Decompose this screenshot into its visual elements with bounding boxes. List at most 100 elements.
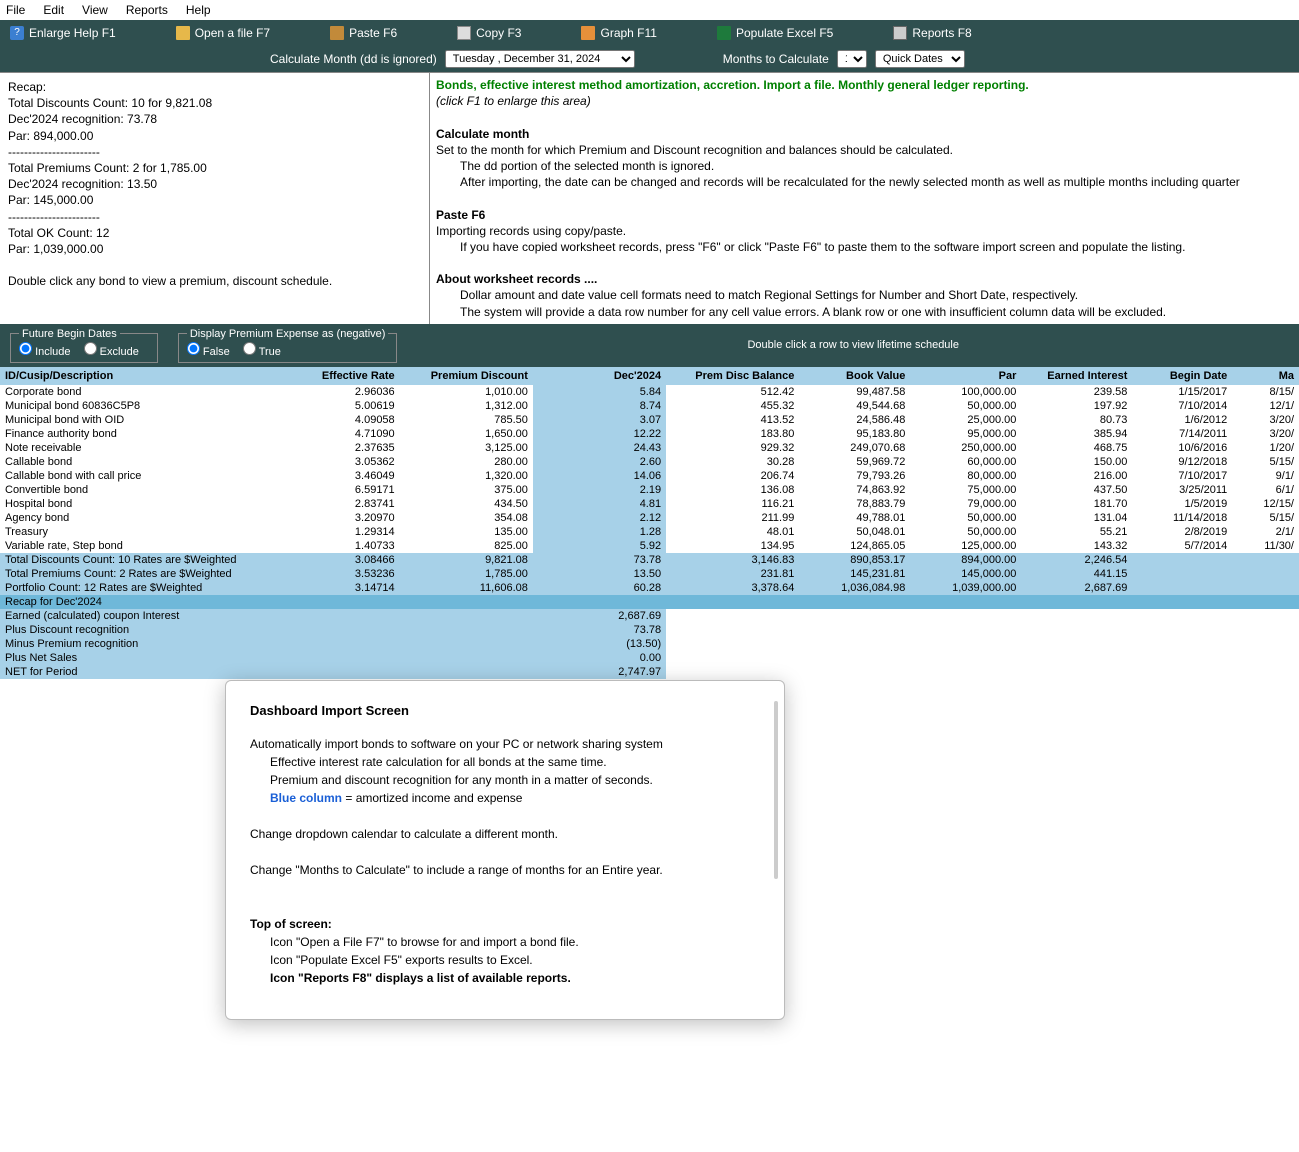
table-row[interactable]: Callable bond with call price3.460491,32… [0,469,1299,483]
table-row[interactable]: Municipal bond with OID4.09058785.503.07… [0,413,1299,427]
group-title: Display Premium Expense as (negative) [187,328,389,340]
recap-row: Plus Discount recognition73.78 [0,623,1299,637]
menu-edit[interactable]: Edit [43,3,64,17]
cell: 354.08 [400,511,533,525]
table-row[interactable]: Municipal bond 60836C5P85.006191,312.008… [0,399,1299,413]
table-row[interactable]: Agency bond3.20970354.082.12211.9949,788… [0,511,1299,525]
cell: 9/12/2018 [1132,455,1232,469]
menu-reports[interactable]: Reports [126,3,168,17]
cell: 30.28 [666,455,799,469]
recap-title: Recap: [8,79,421,95]
toolbar: ? Enlarge Help F1 Open a file F7 Paste F… [0,20,1299,46]
false-radio[interactable]: False [187,346,230,358]
enlarge-help-button[interactable]: ? Enlarge Help F1 [10,26,116,40]
cell: 95,183.80 [799,427,910,441]
col-premdisc[interactable]: Premium Discount [400,367,533,385]
cell: 375.00 [400,483,533,497]
folder-open-icon [176,26,190,40]
table-row[interactable]: Variable rate, Step bond1.40733825.005.9… [0,539,1299,553]
cell: Callable bond with call price [0,469,289,483]
col-balance[interactable]: Prem Disc Balance [666,367,799,385]
total-row[interactable]: Total Discounts Count: 10 Rates are $Wei… [0,553,1299,567]
future-begin-dates-group: Future Begin Dates Include Exclude [10,328,158,363]
recap-value: (13.50) [533,637,666,651]
info-text: The system will provide a data row numbe… [460,304,1293,320]
cell: 249,070.68 [799,441,910,455]
popup-text: Icon "Reports F8" displays a list of ava… [270,969,760,987]
cell: 125,000.00 [910,539,1021,553]
true-radio[interactable]: True [243,346,281,358]
cell [1132,567,1232,581]
col-begin[interactable]: Begin Date [1132,367,1232,385]
cell: 2.19 [533,483,666,497]
graph-icon [581,26,595,40]
table-row[interactable]: Treasury1.29314135.001.2848.0150,048.015… [0,525,1299,539]
recap-sep: ----------------------- [8,144,421,160]
table-row[interactable]: Hospital bond2.83741434.504.81116.2178,8… [0,497,1299,511]
cell [1232,553,1299,567]
menu-file[interactable]: File [6,3,25,17]
cell: 135.00 [400,525,533,539]
menu-help[interactable]: Help [186,3,211,17]
graph-button[interactable]: Graph F11 [581,26,656,40]
cell: 55.21 [1021,525,1132,539]
table-row[interactable]: Corporate bond2.960361,010.005.84512.429… [0,385,1299,399]
cell: 13.50 [533,567,666,581]
info-text: Dollar amount and date value cell format… [460,287,1293,303]
cell: 11/14/2018 [1132,511,1232,525]
open-file-button[interactable]: Open a file F7 [176,26,270,40]
cell: 1/20/ [1232,441,1299,455]
cell: 468.75 [1021,441,1132,455]
quick-dates-select[interactable]: Quick Dates [875,50,965,68]
cell: 5/15/ [1232,455,1299,469]
main-split: Recap: Total Discounts Count: 10 for 9,8… [0,72,1299,324]
exclude-radio[interactable]: Exclude [84,346,139,358]
copy-button[interactable]: Copy F3 [457,26,521,40]
grid-header-row: ID/Cusip/Description Effective Rate Prem… [0,367,1299,385]
populate-excel-button[interactable]: Populate Excel F5 [717,26,833,40]
recap-label: Minus Premium recognition [0,637,289,651]
calc-month-select[interactable]: Tuesday , December 31, 2024 [445,50,635,68]
cell: 825.00 [400,539,533,553]
cell: Hospital bond [0,497,289,511]
cell: 181.70 [1021,497,1132,511]
info-h1: Calculate month [436,126,1293,142]
cell: 9/1/ [1232,469,1299,483]
cell: 1,320.00 [400,469,533,483]
months-select[interactable]: 1 [837,50,867,68]
cell: 3,125.00 [400,441,533,455]
col-id[interactable]: ID/Cusip/Description [0,367,289,385]
table-row[interactable]: Callable bond3.05362280.002.6030.2859,96… [0,455,1299,469]
scrollbar[interactable] [774,701,778,879]
cell: 150.00 [1021,455,1132,469]
reports-button[interactable]: Reports F8 [893,26,971,40]
table-row[interactable]: Finance authority bond4.710901,650.0012.… [0,427,1299,441]
cell: 216.00 [1021,469,1132,483]
cell: 3.14714 [289,581,400,595]
popup-text: Premium and discount recognition for any… [270,771,760,789]
col-mat[interactable]: Ma [1232,367,1299,385]
col-book[interactable]: Book Value [799,367,910,385]
cell: Portfolio Count: 12 Rates are $Weighted [0,581,289,595]
col-month[interactable]: Dec'2024 [533,367,666,385]
cell: 1,036,084.98 [799,581,910,595]
recap-row: Earned (calculated) coupon Interest2,687… [0,609,1299,623]
table-row[interactable]: Convertible bond6.59171375.002.19136.087… [0,483,1299,497]
col-earned[interactable]: Earned Interest [1021,367,1132,385]
table-row[interactable]: Note receivable2.376353,125.0024.43929.3… [0,441,1299,455]
col-rate[interactable]: Effective Rate [289,367,400,385]
cell: 2.83741 [289,497,400,511]
cell: 894,000.00 [910,553,1021,567]
menu-view[interactable]: View [82,3,108,17]
cell: 95,000.00 [910,427,1021,441]
cell: 785.50 [400,413,533,427]
cell: Finance authority bond [0,427,289,441]
cell: 1/5/2019 [1132,497,1232,511]
col-par[interactable]: Par [910,367,1021,385]
excel-icon [717,26,731,40]
paste-button[interactable]: Paste F6 [330,26,397,40]
include-radio[interactable]: Include [19,346,71,358]
total-row[interactable]: Portfolio Count: 12 Rates are $Weighted3… [0,581,1299,595]
total-row[interactable]: Total Premiums Count: 2 Rates are $Weigh… [0,567,1299,581]
cell [1132,581,1232,595]
